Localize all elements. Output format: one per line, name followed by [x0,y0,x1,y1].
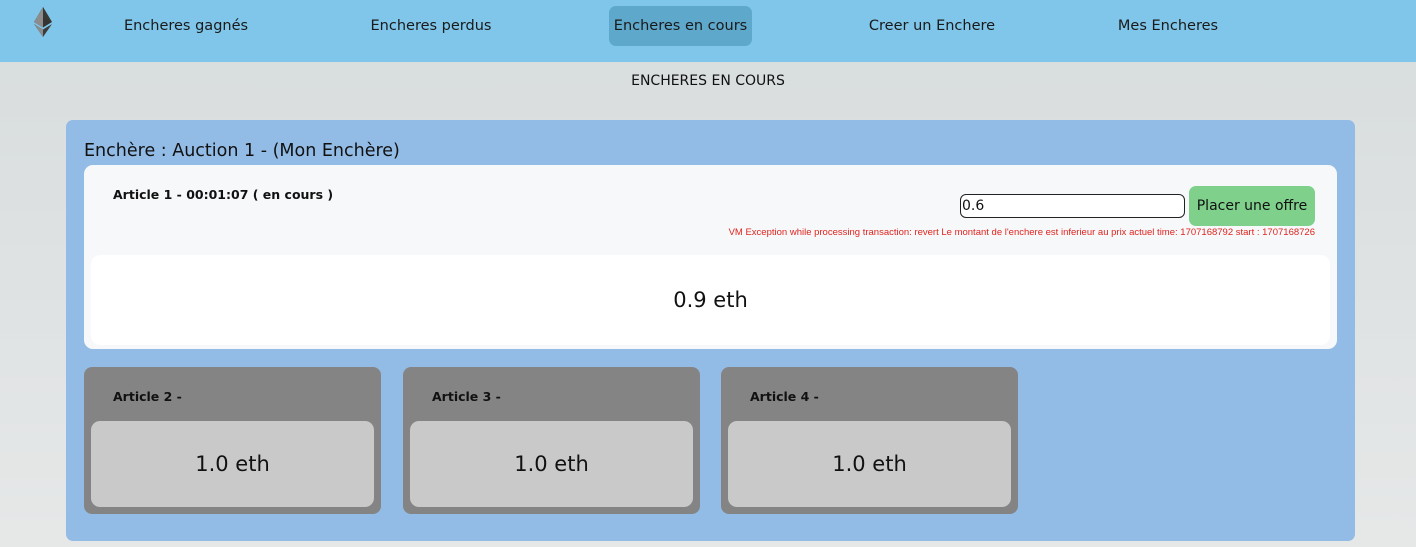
article-price: 1.0 eth [91,421,374,507]
bid-amount-input[interactable] [960,194,1185,218]
article-price: 1.0 eth [410,421,693,507]
article-price: 0.9 eth [91,255,1330,345]
article-price: 1.0 eth [728,421,1011,507]
article-card: Article 3 - 1.0 eth [403,367,700,514]
ethereum-icon[interactable] [33,7,53,37]
auction-title: Enchère : Auction 1 - (Mon Enchère) [84,141,400,161]
nav-item-creer-un-enchere[interactable]: Creer un Enchere [860,6,1004,46]
active-article-card: Article 1 - 00:01:07 ( en cours ) Placer… [84,165,1337,349]
nav-item-mes-encheres[interactable]: Mes Encheres [1096,6,1240,46]
article-header: Article 1 - 00:01:07 ( en cours ) [113,187,334,202]
article-card: Article 4 - 1.0 eth [721,367,1018,514]
error-message: VM Exception while processing transactio… [728,227,1315,238]
article-header: Article 3 - [432,389,501,404]
article-header: Article 2 - [113,389,182,404]
nav-item-encheres-gagnes[interactable]: Encheres gagnés [114,6,258,46]
place-bid-button[interactable]: Placer une offre [1189,186,1315,226]
auction-panel: Enchère : Auction 1 - (Mon Enchère) Arti… [66,120,1355,541]
navbar: Encheres gagnés Encheres perdus Encheres… [0,0,1416,62]
nav-item-encheres-en-cours[interactable]: Encheres en cours [609,6,752,46]
nav-item-encheres-perdus[interactable]: Encheres perdus [359,6,503,46]
article-card: Article 2 - 1.0 eth [84,367,381,514]
page-title: ENCHERES EN COURS [631,73,785,89]
article-header: Article 4 - [750,389,819,404]
